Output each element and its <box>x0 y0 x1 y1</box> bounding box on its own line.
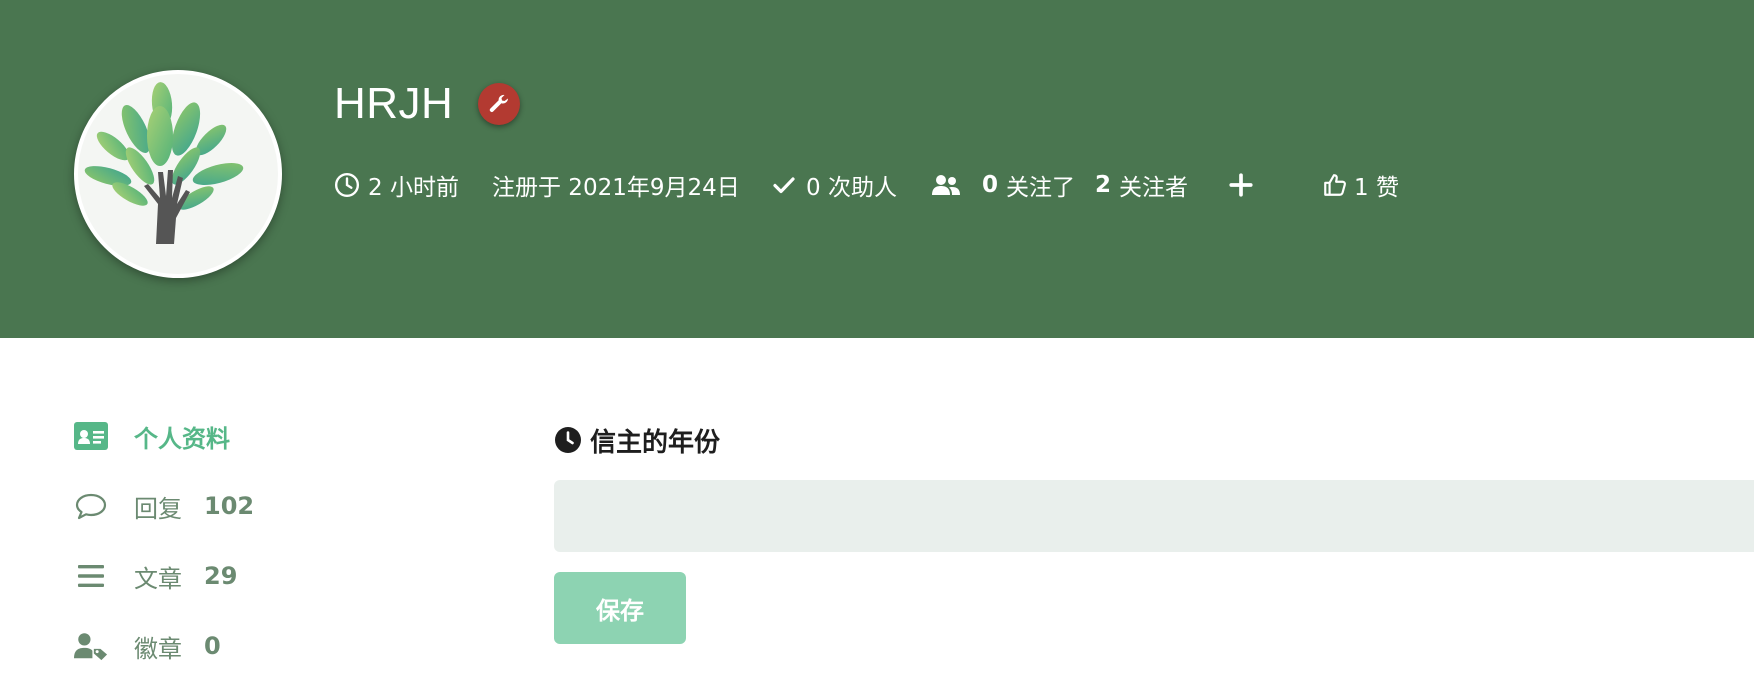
solutions-count: 0 次助人 <box>772 168 897 202</box>
plus-icon <box>1229 173 1253 197</box>
field-label-text: 信主的年份 <box>590 427 721 458</box>
avatar[interactable] <box>74 70 282 278</box>
last-seen: 2 小时前 <box>334 168 459 202</box>
followers-count: 2 <box>1095 172 1112 198</box>
wrench-icon <box>489 94 508 112</box>
follow-stats: 0 关注了 2 关注者 <box>930 168 1188 202</box>
sidebar-item-profile[interactable]: 个人资料 <box>74 414 230 458</box>
registered-date: 注册于 2021年9月24日 <box>492 168 740 202</box>
likes-count: 1 赞 <box>1322 168 1399 202</box>
tree-hand-logo-icon <box>84 82 244 244</box>
follow-button[interactable] <box>1228 168 1254 202</box>
sidebar-item-replies[interactable]: 回复 102 <box>74 484 254 528</box>
users-icon <box>932 175 960 195</box>
list-icon <box>74 559 108 593</box>
likes-text: 1 赞 <box>1354 175 1399 201</box>
solutions-text: 0 次助人 <box>806 175 897 201</box>
save-button[interactable]: 保存 <box>554 572 686 644</box>
admin-badge[interactable] <box>478 83 520 125</box>
sidebar-item-label: 徽章 <box>134 634 182 663</box>
clock-icon <box>555 427 581 453</box>
user-tag-icon <box>74 629 108 663</box>
sidebar-item-label: 文章 <box>134 564 182 593</box>
registered-text: 注册于 2021年9月24日 <box>492 175 740 201</box>
sidebar-item-label: 回复 <box>134 494 182 523</box>
believer-year-input[interactable] <box>554 480 1754 552</box>
profile-header: HRJH 2 小时前 注册于 2021年9月24日 0 次助人 0 关注了 2 … <box>0 0 1754 338</box>
sidebar-item-posts[interactable]: 文章 29 <box>74 554 237 598</box>
following-count: 0 <box>982 172 999 198</box>
followers-label[interactable]: 关注者 <box>1119 168 1188 202</box>
sidebar-item-count: 0 <box>204 632 221 660</box>
id-card-icon <box>74 419 108 453</box>
sidebar-item-label: 个人资料 <box>134 424 230 453</box>
speech-bubble-icon <box>74 489 108 523</box>
last-seen-text: 2 小时前 <box>368 175 459 201</box>
username: HRJH <box>334 79 454 128</box>
clock-icon <box>334 172 360 198</box>
check-icon <box>773 177 795 194</box>
field-label: 信主的年份 <box>554 420 720 460</box>
sidebar-item-badges[interactable]: 徽章 0 <box>74 624 221 668</box>
following-label[interactable]: 关注了 <box>1006 168 1075 202</box>
sidebar-item-count: 102 <box>204 492 255 520</box>
thumbs-up-icon <box>1324 174 1346 196</box>
sidebar-item-count: 29 <box>204 562 238 590</box>
